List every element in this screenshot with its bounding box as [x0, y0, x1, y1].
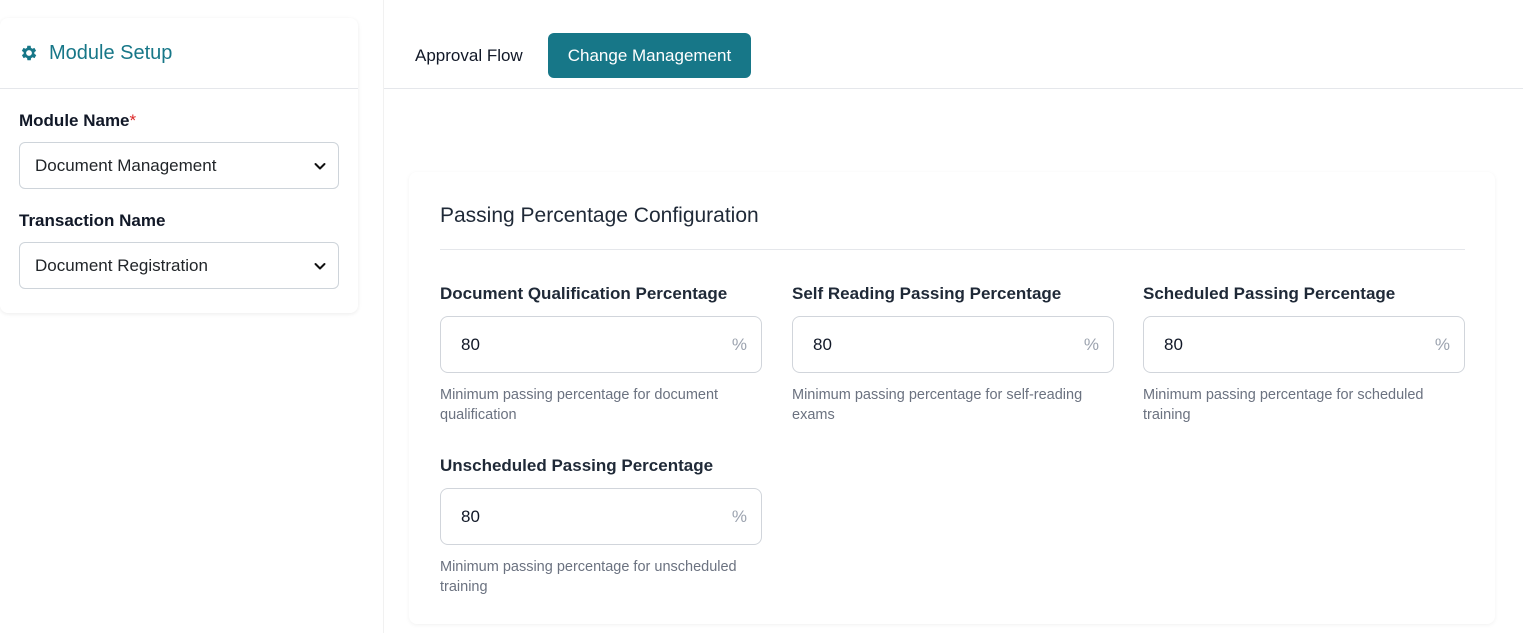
module-name-label: Module Name*	[19, 111, 339, 131]
module-setup-panel: Module Setup Module Name* Document Manag…	[0, 18, 358, 313]
self-reading-input[interactable]: 80 %	[792, 316, 1114, 373]
help-text: Minimum passing percentage for self-read…	[792, 387, 1083, 423]
help-text: Minimum passing percentage for scheduled…	[1143, 387, 1424, 423]
help-text: Minimum passing percentage for document …	[440, 387, 719, 423]
unscheduled-field: Unscheduled Passing Percentage 80 % Mini…	[440, 456, 762, 597]
module-setup-title: Module Setup	[49, 41, 173, 64]
module-name-value: Document Management	[35, 155, 217, 175]
help-text: Minimum passing percentage for unschedul…	[440, 559, 737, 595]
field-label: Self Reading Passing Percentage	[792, 284, 1062, 303]
passing-percentage-card: Passing Percentage Configuration Documen…	[409, 172, 1495, 624]
transaction-name-label: Transaction Name	[19, 211, 166, 230]
input-value: 80	[1164, 334, 1183, 354]
transaction-name-value: Document Registration	[35, 255, 208, 275]
field-label: Unscheduled Passing Percentage	[440, 456, 714, 475]
module-name-select[interactable]: Document Management	[19, 142, 339, 189]
required-mark: *	[129, 111, 137, 130]
document-qualification-input[interactable]: 80 %	[440, 316, 762, 373]
divider	[440, 249, 1465, 250]
tabs-bar: Approval Flow Change Management	[384, 0, 1523, 89]
tab-change-management[interactable]: Change Management	[547, 33, 752, 78]
chevron-down-icon	[314, 260, 326, 272]
chevron-down-icon	[314, 160, 326, 172]
module-name-label-text: Module Name	[19, 111, 130, 130]
self-reading-field: Self Reading Passing Percentage 80 % Min…	[792, 284, 1114, 425]
main-content: Approval Flow Change Management Passing …	[383, 0, 1523, 633]
tab-approval-flow[interactable]: Approval Flow	[401, 33, 537, 78]
input-value: 80	[461, 334, 480, 354]
module-setup-header: Module Setup	[0, 18, 358, 89]
field-label: Document Qualification Percentage	[440, 284, 728, 303]
percent-suffix: %	[1434, 334, 1450, 354]
input-value: 80	[813, 334, 832, 354]
transaction-name-select[interactable]: Document Registration	[19, 242, 339, 289]
percent-suffix: %	[731, 506, 747, 526]
input-value: 80	[461, 506, 480, 526]
field-label: Scheduled Passing Percentage	[1143, 284, 1396, 303]
unscheduled-input[interactable]: 80 %	[440, 488, 762, 545]
scheduled-field: Scheduled Passing Percentage 80 % Minimu…	[1143, 284, 1465, 425]
card-title: Passing Percentage Configuration	[440, 204, 759, 227]
percent-suffix: %	[731, 334, 747, 354]
scheduled-input[interactable]: 80 %	[1143, 316, 1465, 373]
document-qualification-field: Document Qualification Percentage 80 % M…	[440, 284, 762, 425]
gear-icon	[19, 43, 39, 63]
percent-suffix: %	[1083, 334, 1099, 354]
